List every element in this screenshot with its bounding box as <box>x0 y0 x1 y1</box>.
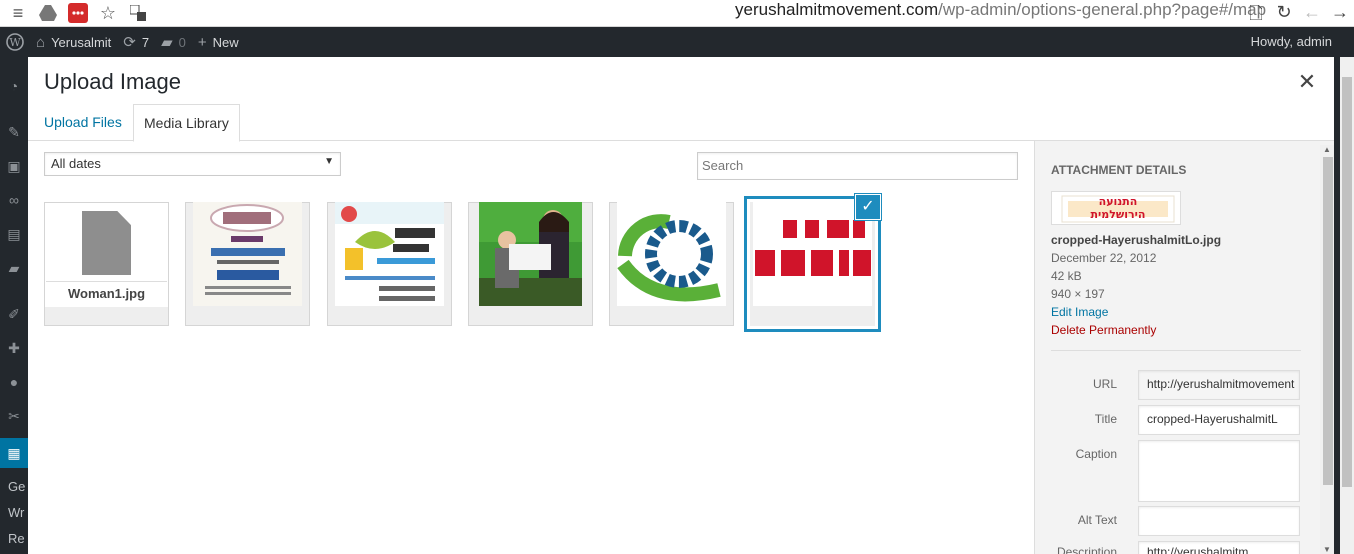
date-filter-select[interactable]: All dates ▼ <box>44 152 341 176</box>
close-icon[interactable]: ✕ <box>1296 71 1318 93</box>
attachment-item-selected[interactable]: ✓ <box>750 195 880 326</box>
wp-logo-icon[interactable]: W <box>0 27 30 57</box>
attachment-item[interactable] <box>468 202 593 326</box>
comments-menu-icon[interactable]: ▰ <box>5 259 23 277</box>
search-input[interactable]: Search <box>697 152 1018 180</box>
page-scrollbar-thumb[interactable] <box>1342 77 1352 487</box>
comments-icon: ▰ <box>161 34 173 51</box>
edit-image-link[interactable]: Edit Image <box>1051 305 1108 319</box>
updates-link[interactable]: ⟳ 7 <box>117 27 155 57</box>
title-field[interactable]: cropped-HayerushalmitL <box>1138 405 1300 435</box>
back-icon[interactable]: ← <box>1302 1 1322 23</box>
attachment-item[interactable] <box>185 202 310 326</box>
attachment-image <box>193 202 302 306</box>
dropdown-arrow-icon: ▼ <box>324 156 334 167</box>
attachment-image <box>617 202 726 306</box>
plugins-icon[interactable]: ✚ <box>5 339 23 357</box>
media-modal: Upload Image ✕ Upload Files Media Librar… <box>28 57 1334 554</box>
tools-icon[interactable]: ✂ <box>5 407 23 425</box>
details-dimensions: 940 × 197 <box>1051 287 1105 301</box>
details-divider <box>1051 350 1301 351</box>
document-icon <box>82 211 131 275</box>
page-icon[interactable] <box>1246 1 1266 23</box>
settings-menu-active[interactable]: ▦ <box>0 438 28 468</box>
modal-tabs: Upload Files Media Library <box>28 104 1334 142</box>
url-label: URL <box>1092 377 1117 391</box>
submenu-reading[interactable]: Re <box>8 531 25 546</box>
thumb-text-line2: הירושלמית <box>1090 208 1146 221</box>
admin-side-menu: ◔ ✎ ▣ ∞ ▤ ▰ ✐ ✚ ● ✂ ▦ Ge Wr Re <box>0 57 28 554</box>
home-icon: ⌂ <box>36 33 46 51</box>
tab-upload-files[interactable]: Upload Files <box>34 104 132 141</box>
new-label: New <box>212 34 239 50</box>
details-scrollbar[interactable]: ▲ ▼ <box>1320 145 1334 554</box>
submenu-writing[interactable]: Wr <box>8 505 24 520</box>
page-scrollbar-track[interactable] <box>1340 57 1354 554</box>
attachment-image <box>335 202 444 306</box>
wp-admin-bar: W ⌂ Yerusalmit ⟳ 7 ▰ 0 + New Howdy, admi… <box>0 27 1354 57</box>
site-name-link[interactable]: ⌂ Yerusalmit <box>30 27 117 57</box>
updates-icon: ⟳ <box>123 34 136 51</box>
details-filename: cropped-HayerushalmitLo.jpg <box>1051 233 1222 247</box>
dashboard-icon[interactable]: ◔ <box>5 77 23 95</box>
attachment-item[interactable]: Woman1.jpg <box>44 202 169 326</box>
pages-icon[interactable]: ▤ <box>5 225 23 243</box>
scrollbar-thumb[interactable] <box>1323 157 1333 485</box>
links-icon[interactable]: ∞ <box>5 191 23 209</box>
comments-count: 0 <box>178 34 186 50</box>
reload-icon[interactable]: ↻ <box>1274 1 1294 23</box>
date-filter-value: All dates <box>51 156 101 171</box>
comments-link[interactable]: ▰ 0 <box>155 27 192 57</box>
menu-icon[interactable]: ≡ <box>6 3 30 23</box>
plus-icon: + <box>197 33 207 51</box>
browser-toolbar: ≡ ☆ yerushalmitmovement.com/wp-admin/opt… <box>0 0 1354 27</box>
url-field[interactable]: http://yerushalmitmovement <box>1138 370 1300 400</box>
appearance-icon[interactable]: ✐ <box>5 305 23 323</box>
url-host: yerushalmitmovement.com <box>735 0 939 19</box>
translate-icon[interactable] <box>126 3 150 23</box>
check-icon[interactable]: ✓ <box>856 195 880 219</box>
attachment-item[interactable] <box>327 202 452 326</box>
settings-icon: ▦ <box>7 445 21 461</box>
site-name: Yerusalmit <box>51 34 112 50</box>
delete-permanently-link[interactable]: Delete Permanently <box>1051 323 1156 337</box>
address-bar[interactable]: yerushalmitmovement.com/wp-admin/options… <box>735 0 1266 22</box>
url-path: /wp-admin/options-general.php?page#/map <box>938 0 1267 19</box>
star-icon[interactable]: ☆ <box>96 3 120 23</box>
new-content-link[interactable]: + New <box>192 27 245 57</box>
tab-media-library[interactable]: Media Library <box>133 104 240 142</box>
submenu-general[interactable]: Ge <box>8 479 25 494</box>
thumb-text-line1: התנועה <box>1098 195 1138 208</box>
pin-icon[interactable]: ✎ <box>5 123 23 141</box>
drive-icon[interactable] <box>36 3 60 23</box>
details-thumbnail: התנועה הירושלמית <box>1051 191 1181 225</box>
caption-label: Caption <box>1075 447 1117 461</box>
attachment-image <box>479 202 582 306</box>
users-icon[interactable]: ● <box>5 373 23 391</box>
updates-count: 7 <box>141 34 150 50</box>
alt-text-field[interactable] <box>1138 506 1300 536</box>
svg-text:W: W <box>9 36 21 49</box>
caption-field[interactable] <box>1138 440 1300 502</box>
attachment-item[interactable] <box>609 202 734 326</box>
attachment-filename: Woman1.jpg <box>46 281 167 305</box>
forward-icon[interactable]: → <box>1330 1 1350 23</box>
modal-title: Upload Image <box>44 69 181 94</box>
extension-icon[interactable] <box>66 3 90 23</box>
description-field[interactable]: http://yerushalmitm <box>1138 541 1300 554</box>
title-label: Title <box>1094 412 1117 426</box>
scroll-down-icon[interactable]: ▼ <box>1323 545 1331 554</box>
details-date: December 22, 2012 <box>1051 251 1157 265</box>
attachment-image <box>753 202 872 306</box>
media-icon[interactable]: ▣ <box>5 157 23 175</box>
scroll-up-icon[interactable]: ▲ <box>1323 145 1331 154</box>
details-size: 42 kB <box>1051 269 1082 283</box>
page-scrollbar[interactable] <box>1334 57 1354 554</box>
alt-text-label: Alt Text <box>1077 513 1117 527</box>
description-label: Description <box>1056 545 1117 554</box>
file-preview: Woman1.jpg <box>45 203 168 307</box>
account-menu[interactable]: Howdy, admin <box>1251 27 1332 57</box>
attachment-details-panel: ATTACHMENT DETAILS התנועה הירושלמית crop… <box>1034 141 1334 554</box>
details-heading: ATTACHMENT DETAILS <box>1051 163 1187 177</box>
